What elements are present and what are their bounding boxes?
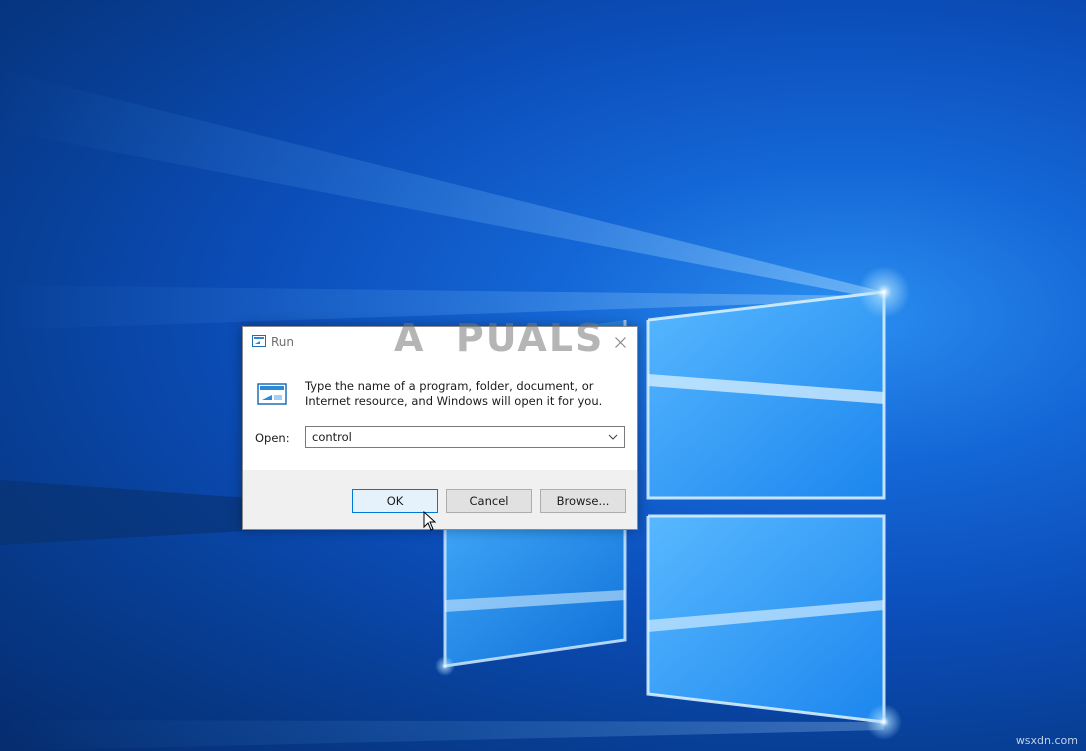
run-icon — [252, 335, 266, 347]
open-label: Open: — [255, 431, 290, 445]
ok-button[interactable]: OK — [352, 489, 438, 513]
glow-top-right — [858, 266, 910, 318]
light-beam-top — [0, 70, 884, 300]
button-bar: OK Cancel Browse... — [243, 470, 637, 529]
titlebar[interactable]: Run — [243, 327, 637, 357]
browse-button[interactable]: Browse... — [540, 489, 626, 513]
cancel-button[interactable]: Cancel — [446, 489, 532, 513]
run-dialog: Run Type the name of a program, folder, … — [242, 326, 638, 530]
glow-bottom-right — [866, 704, 902, 740]
light-beam-bottom — [0, 720, 884, 751]
dropdown-button[interactable] — [604, 427, 622, 447]
close-icon — [614, 336, 626, 348]
chevron-down-icon — [608, 434, 618, 440]
mouse-cursor-icon — [423, 511, 437, 531]
close-button[interactable] — [603, 327, 637, 357]
glow-bottom-left — [435, 656, 455, 676]
open-combobox[interactable] — [305, 426, 625, 448]
run-program-icon — [257, 383, 287, 405]
dialog-title: Run — [271, 335, 295, 349]
watermark-site-text: wsxdn.com — [1015, 734, 1078, 747]
dialog-description: Type the name of a program, folder, docu… — [305, 379, 603, 408]
open-input[interactable] — [306, 427, 602, 447]
